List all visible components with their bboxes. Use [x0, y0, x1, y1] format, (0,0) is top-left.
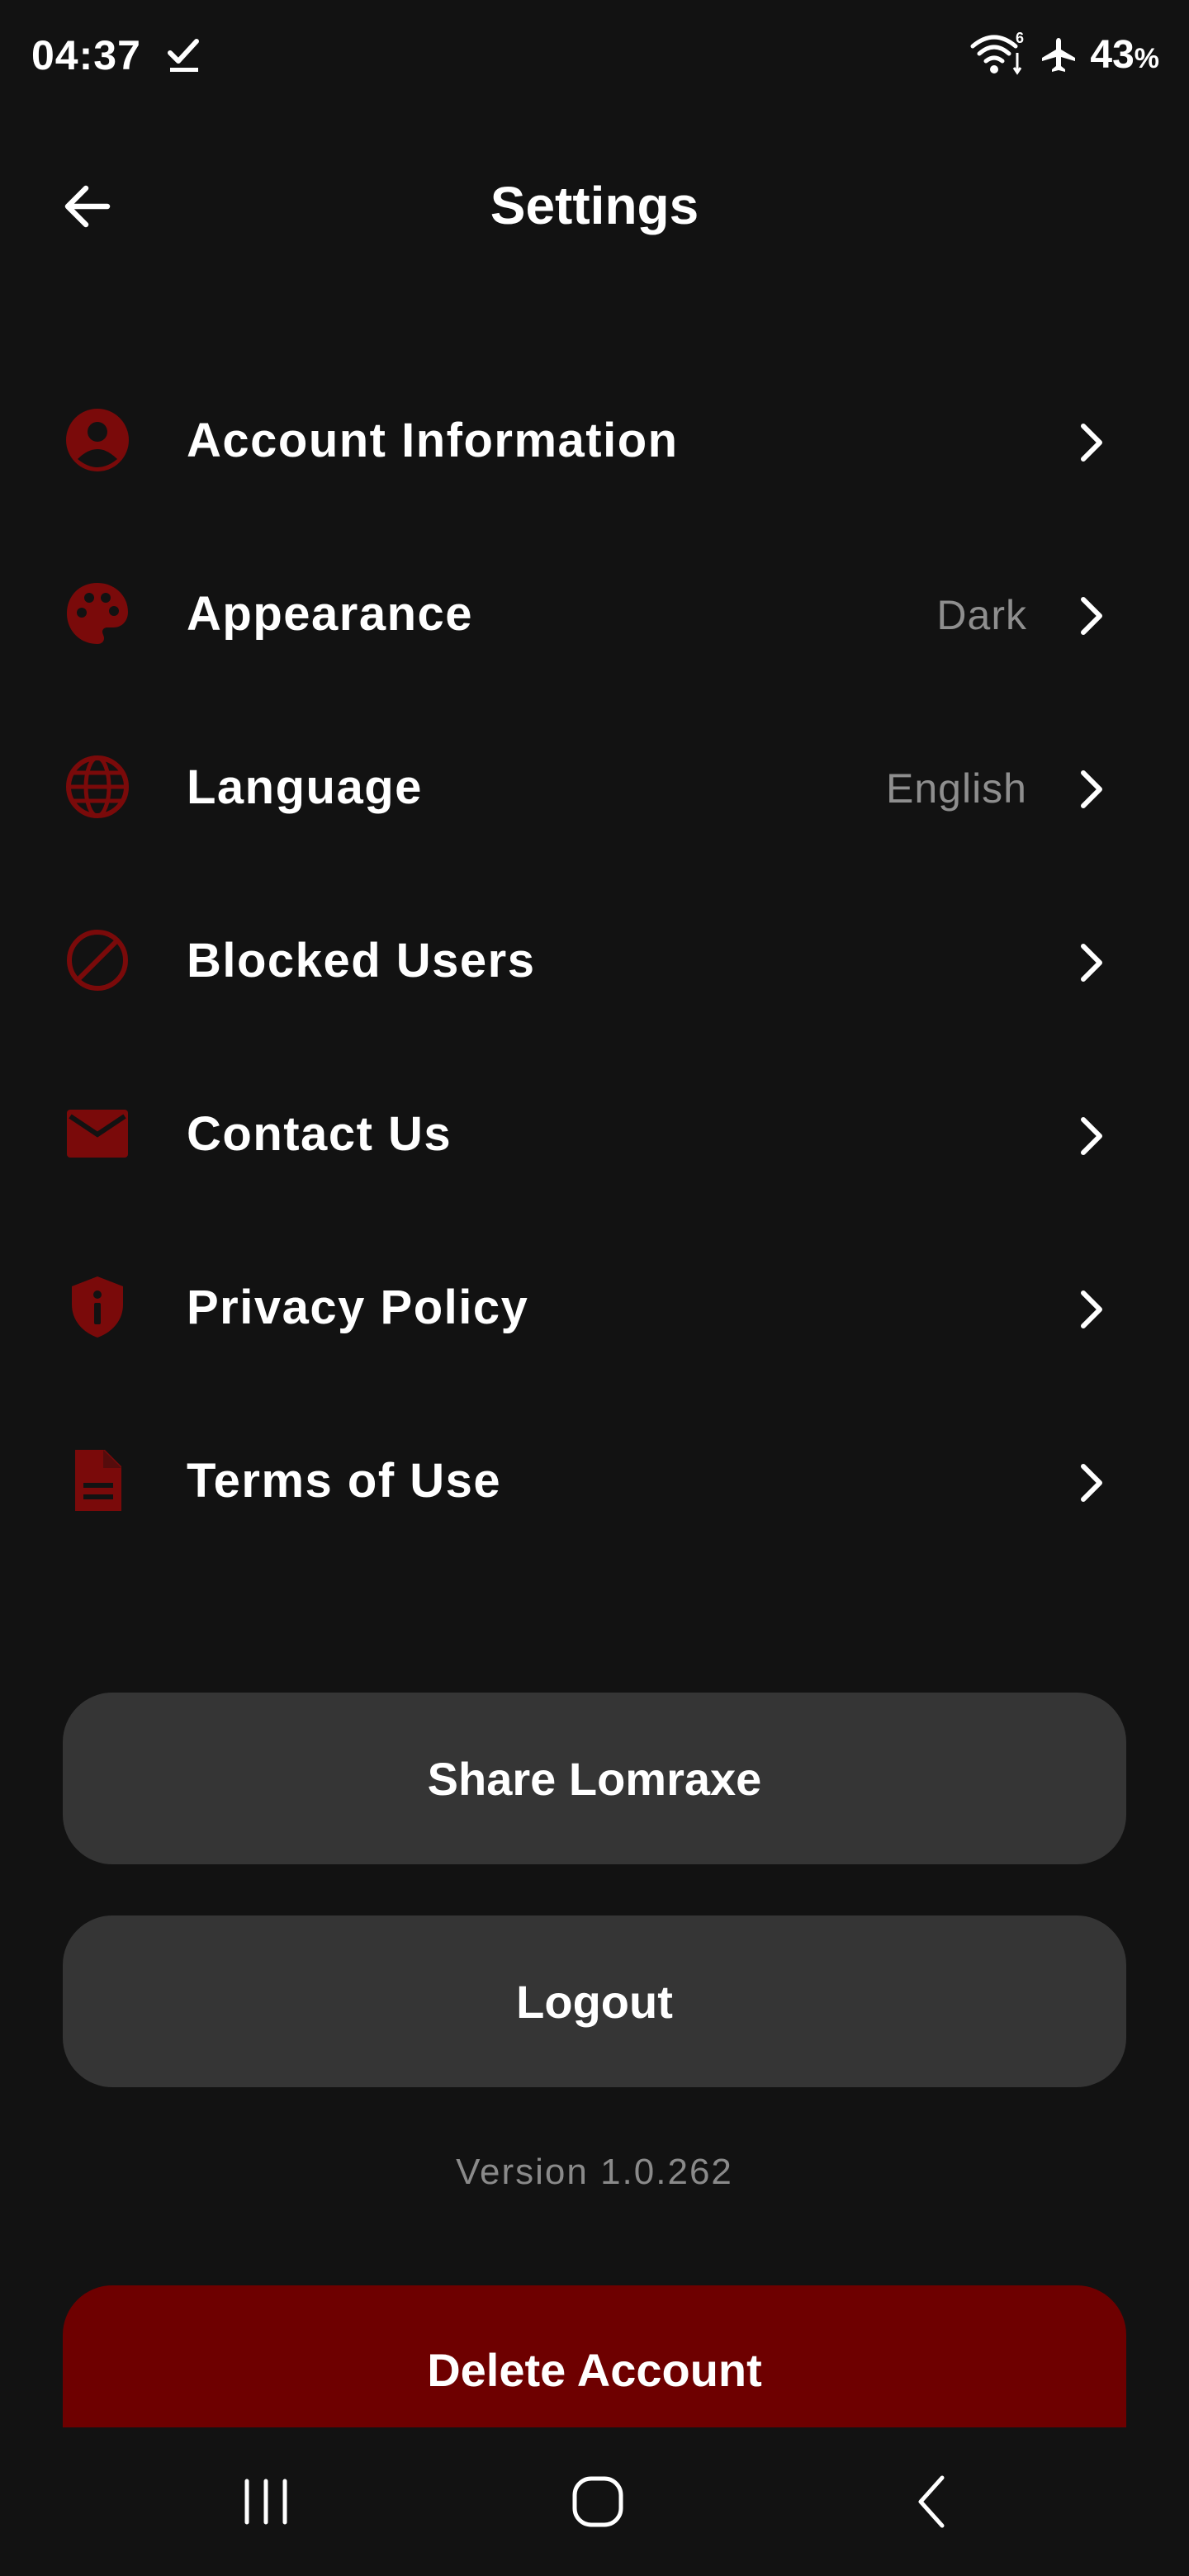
status-bar: 04:37 6 43% [0, 0, 1189, 112]
status-time: 04:37 [31, 32, 141, 78]
home-icon [572, 2476, 623, 2527]
globe-icon [64, 754, 130, 820]
logout-button[interactable]: Logout [63, 1915, 1126, 2087]
app-bar: Settings [0, 140, 1189, 272]
airplane-mode-icon [1042, 38, 1076, 72]
account-circle-icon [64, 407, 130, 473]
settings-item-contact-us[interactable]: Contact Us [0, 1047, 1189, 1220]
system-nav-bar [0, 2427, 1189, 2576]
palette-icon [64, 580, 130, 646]
recents-icon [244, 2479, 287, 2525]
settings-item-label: Blocked Users [187, 934, 536, 987]
language-value: English [886, 765, 1027, 812]
shield-info-icon [64, 1274, 130, 1340]
chevron-right-icon [1081, 424, 1102, 462]
settings-item-label: Account Information [187, 414, 679, 467]
settings-item-label: Appearance [187, 587, 474, 641]
mail-icon [64, 1101, 130, 1167]
settings-screen: 04:37 6 43% Settings Account Information… [0, 0, 1189, 2576]
version-text: Version 1.0.262 [456, 2152, 733, 2192]
chevron-right-icon [1081, 1290, 1102, 1328]
settings-item-account-information[interactable]: Account Information [0, 353, 1189, 527]
settings-item-label: Language [187, 760, 423, 814]
recents-button[interactable] [216, 2460, 315, 2543]
appearance-value: Dark [936, 592, 1027, 638]
share-button[interactable]: Share Lomraxe [63, 1693, 1126, 1864]
settings-item-appearance[interactable]: Appearance Dark [0, 527, 1189, 700]
block-icon [64, 927, 130, 993]
settings-item-label: Contact Us [187, 1107, 452, 1161]
settings-item-privacy-policy[interactable]: Privacy Policy [0, 1220, 1189, 1394]
battery-level: 43% [1090, 32, 1159, 77]
chevron-right-icon [1081, 1464, 1102, 1502]
chevron-right-icon [1081, 1117, 1102, 1155]
chevron-right-icon [1081, 944, 1102, 982]
wifi-icon: 6 [970, 31, 1024, 75]
document-icon [64, 1447, 130, 1513]
settings-list: Account Information Appearance Dark Lang… [0, 353, 1189, 1567]
back-icon [918, 2475, 945, 2528]
signal-label: 6 [1016, 31, 1024, 46]
chevron-right-icon [1081, 770, 1102, 808]
status-icons: 6 43% [969, 30, 1159, 79]
task-done-icon [168, 39, 199, 72]
settings-item-label: Privacy Policy [187, 1281, 529, 1334]
settings-item-blocked-users[interactable]: Blocked Users [0, 874, 1189, 1047]
nav-back-button[interactable] [883, 2460, 983, 2543]
settings-item-label: Terms of Use [187, 1454, 502, 1508]
settings-item-language[interactable]: Language English [0, 700, 1189, 874]
chevron-right-icon [1081, 597, 1102, 635]
settings-item-terms-of-use[interactable]: Terms of Use [0, 1394, 1189, 1567]
home-button[interactable] [548, 2460, 647, 2543]
page-title: Settings [490, 176, 699, 235]
